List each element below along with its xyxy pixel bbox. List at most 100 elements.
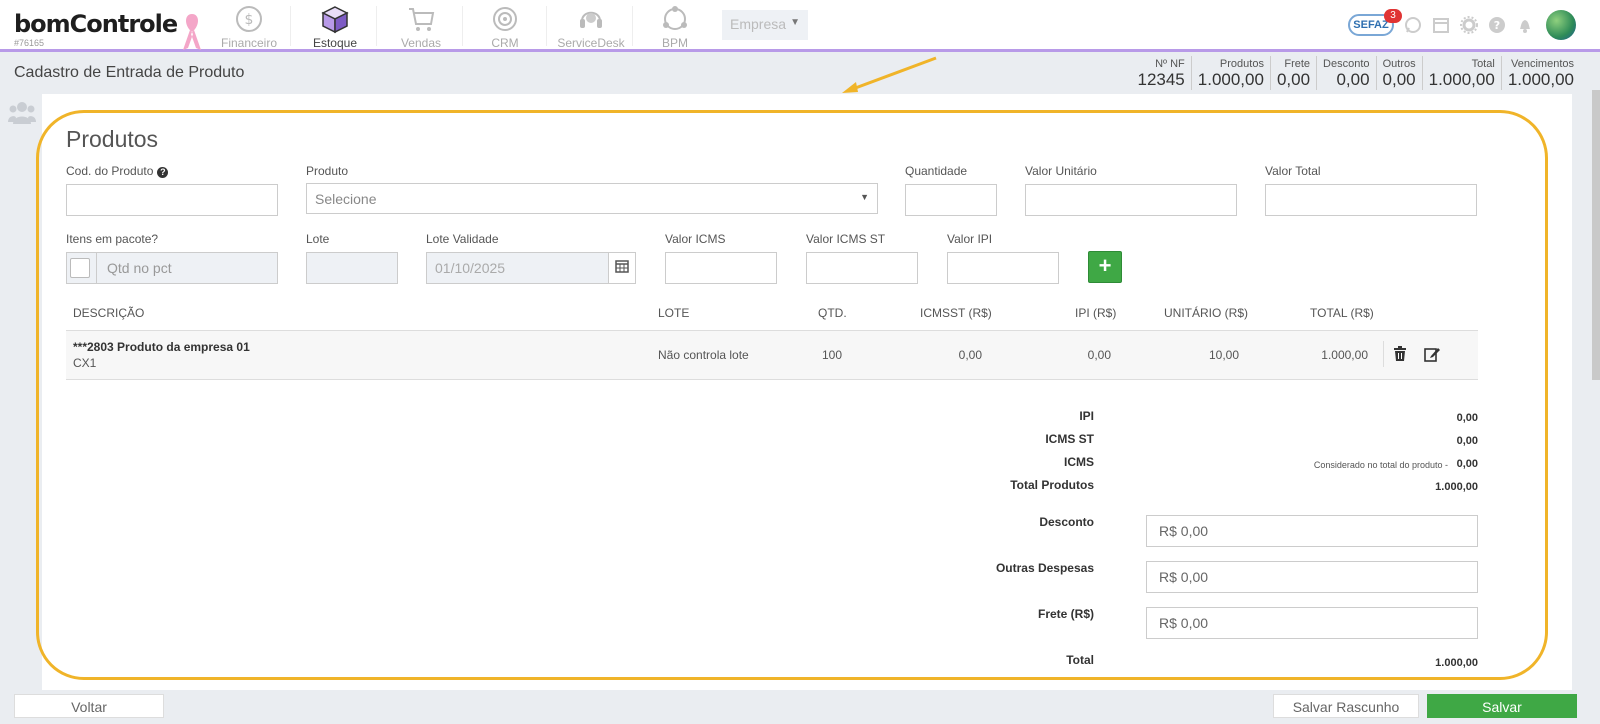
valor-icms-input[interactable]: [665, 252, 777, 284]
summary-value: 0,00: [1382, 70, 1416, 89]
salvar-rascunho-button[interactable]: Salvar Rascunho: [1273, 694, 1419, 718]
help-icon[interactable]: ?: [157, 167, 169, 178]
summary-label: Total: [1471, 58, 1495, 70]
row-unidade: CX1: [73, 356, 97, 370]
outras-despesas-input[interactable]: R$ 0,00: [1146, 561, 1478, 593]
awareness-ribbon-icon: [183, 14, 201, 50]
summary-label: Desconto: [1323, 58, 1370, 70]
whatsapp-icon[interactable]: [1404, 16, 1422, 34]
users-group-icon[interactable]: [8, 98, 36, 126]
trash-icon[interactable]: [1392, 346, 1408, 362]
col-descricao: DESCRIÇÃO: [73, 306, 145, 320]
page-title: Cadastro de Entrada de Produto: [14, 64, 245, 81]
nav-vendas[interactable]: Vendas: [376, 4, 466, 50]
lote-validade-input[interactable]: 01/10/2025: [426, 252, 610, 284]
lote-input[interactable]: [306, 252, 398, 284]
valor-icms-st-input[interactable]: [806, 252, 918, 284]
summary-produtos: Produtos 1.000,00: [1190, 56, 1270, 90]
summary-label: Vencimentos: [1511, 58, 1574, 70]
voltar-button[interactable]: Voltar: [14, 694, 164, 718]
summary-desconto: Desconto 0,00: [1316, 56, 1375, 90]
summary-label: Produtos: [1219, 58, 1264, 70]
valor-icms-label: Valor ICMS: [665, 232, 726, 246]
valor-ipi-input[interactable]: [947, 252, 1059, 284]
table-row[interactable]: [66, 331, 1478, 379]
gear-icon[interactable]: [1460, 16, 1478, 34]
nav-label: Vendas: [400, 36, 442, 50]
outras-despesas-label: Outras Despesas: [995, 561, 1094, 575]
quantidade-label: Quantidade: [905, 164, 968, 178]
edit-icon[interactable]: [1424, 346, 1440, 362]
icms-st-total-label: ICMS ST: [1045, 432, 1094, 446]
summary-label: Outros: [1382, 58, 1416, 70]
annotation-arrow: [842, 56, 937, 93]
company-select-value: Empresa: [730, 16, 787, 32]
nav-label: Estoque: [312, 36, 358, 50]
section-title: Produtos: [66, 126, 159, 152]
col-qtd: QTD.: [818, 306, 847, 320]
summary-frete: Frete 0,00: [1269, 56, 1316, 90]
calendar-button[interactable]: [608, 252, 636, 284]
salvar-button[interactable]: Salvar: [1427, 694, 1577, 718]
summary-outros: Outros 0,00: [1375, 56, 1422, 90]
icms-total-label: ICMS: [1064, 455, 1094, 469]
company-select[interactable]: Empresa ▼: [722, 10, 808, 40]
cod-produto-label: Cod. do Produto?: [66, 164, 169, 178]
input-divider: [96, 252, 97, 284]
nav-crm[interactable]: CRM: [460, 4, 550, 50]
nav-label: CRM: [491, 36, 519, 50]
row-action-divider: [1383, 341, 1384, 367]
valor-total-input[interactable]: [1265, 184, 1477, 216]
produto-select[interactable]: Selecione ▼: [306, 183, 878, 214]
row-icmsst: 0,00: [958, 348, 982, 362]
table-bottom-divider: [66, 379, 1478, 380]
summary-value: 1.000,00: [1507, 70, 1574, 89]
bell-icon[interactable]: [1516, 16, 1534, 34]
icms-total-value: 0,00: [1456, 458, 1478, 470]
help-icon[interactable]: ?: [1488, 16, 1506, 34]
summary-value: 0,00: [1276, 70, 1311, 89]
quantidade-input[interactable]: [905, 184, 997, 216]
frete-input[interactable]: R$ 0,00: [1146, 607, 1478, 639]
nav-servicedesk[interactable]: ServiceDesk: [546, 4, 636, 50]
produto-label: Produto: [306, 164, 349, 178]
row-qtd: 100: [822, 348, 843, 362]
grand-total-value: 1.000,00: [1435, 657, 1478, 669]
itens-pacote-checkbox[interactable]: [70, 258, 90, 278]
cod-produto-label-text: Cod. do Produto: [66, 164, 154, 178]
ipi-total-label: IPI: [1079, 409, 1094, 423]
scrollbar[interactable]: [1592, 90, 1600, 380]
summary-total: Total 1.000,00: [1421, 56, 1501, 90]
add-item-button[interactable]: +: [1088, 251, 1122, 283]
row-lote: Não controla lote: [658, 348, 749, 362]
calendar-icon[interactable]: [1432, 16, 1450, 34]
nav-financeiro[interactable]: $ Financeiro: [204, 4, 294, 50]
cube-box-icon: [321, 6, 349, 34]
dollar-coin-icon: $: [236, 6, 262, 32]
headset-icon: [580, 11, 602, 28]
valor-unitario-input[interactable]: [1025, 184, 1237, 216]
summary-value: 1.000,00: [1428, 70, 1495, 89]
total-produtos-value: 1.000,00: [1435, 481, 1478, 493]
cod-produto-input[interactable]: [66, 184, 278, 216]
top-navbar: bomControle #76165 $ Financeiro Estoque …: [0, 0, 1600, 52]
qtd-pct-input[interactable]: Qtd no pct: [66, 252, 278, 284]
itens-pacote-label: Itens em pacote?: [66, 232, 159, 246]
row-ipi: 0,00: [1087, 348, 1111, 362]
valor-ipi-label: Valor IPI: [947, 232, 993, 246]
col-unitario: UNITÁRIO (R$): [1164, 306, 1248, 320]
desconto-input[interactable]: R$ 0,00: [1146, 515, 1478, 547]
app-logo[interactable]: bomControle: [14, 10, 178, 38]
nav-estoque[interactable]: Estoque: [290, 4, 380, 50]
user-avatar[interactable]: [1546, 10, 1576, 40]
col-lote: LOTE: [658, 306, 690, 320]
col-icmsst: ICMSST (R$): [920, 306, 992, 320]
nav-bpm[interactable]: BPM: [630, 4, 720, 50]
valor-unitario-label: Valor Unitário: [1025, 164, 1097, 178]
row-descricao: ***2803 Produto da empresa 01: [73, 340, 250, 354]
summary-value: 12345: [1137, 70, 1185, 89]
row-total: 1.000,00: [1321, 348, 1368, 362]
nav-label: Financeiro: [220, 36, 278, 50]
total-produtos-label: Total Produtos: [1010, 478, 1094, 492]
col-total: TOTAL (R$): [1310, 306, 1374, 320]
